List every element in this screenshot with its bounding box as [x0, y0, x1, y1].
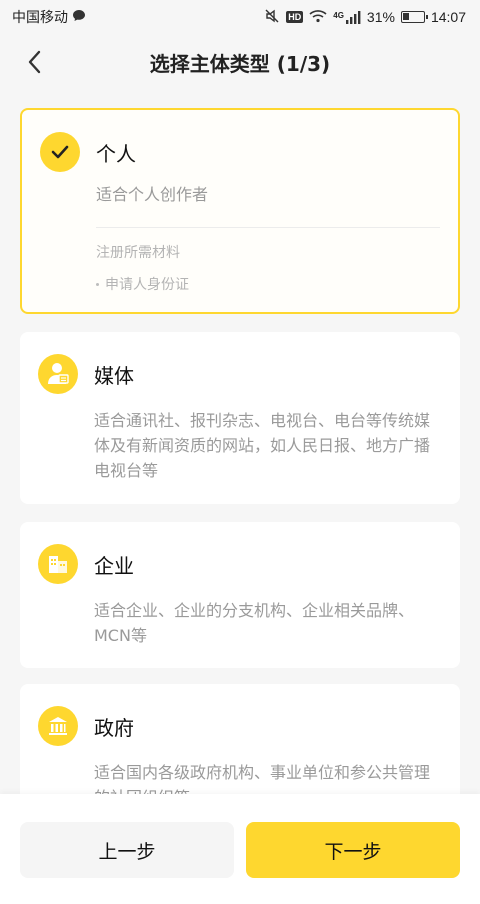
- card-title: 媒体: [94, 363, 134, 388]
- card-header: 政府: [38, 706, 442, 746]
- carrier-label: 中国移动: [12, 9, 68, 25]
- screen: 中国移动 HD 4G 31% 14:07 选择主体类型 (1/3) 个人 适合个…: [0, 0, 480, 904]
- status-right: HD 4G 31% 14:07: [264, 9, 466, 26]
- mute-icon: [264, 9, 280, 26]
- card-header: 个人: [40, 132, 440, 172]
- option-card-personal[interactable]: 个人 适合个人创作者 注册所需材料 申请人身份证: [20, 108, 460, 314]
- option-card-government[interactable]: 政府 适合国内各级政府机构、事业单位和参公共管理的社团组织等: [20, 684, 460, 794]
- requirements-title: 注册所需材料: [96, 245, 180, 261]
- check-icon: [40, 132, 80, 172]
- card-header: 企业: [38, 544, 442, 584]
- card-description: 适合国内各级政府机构、事业单位和参公共管理的社团组织等: [94, 763, 431, 794]
- cell-signal-icon: 4G: [333, 10, 361, 24]
- card-description: 适合个人创作者: [96, 185, 209, 204]
- divider: [96, 227, 440, 228]
- back-button[interactable]: [18, 46, 50, 78]
- page-title: 选择主体类型 (1/3): [149, 51, 331, 76]
- bottom-action-bar: 上一步 下一步: [0, 794, 480, 904]
- card-description: 适合企业、企业的分支机构、企业相关品牌、MCN等: [94, 601, 415, 645]
- option-card-media[interactable]: 媒体 适合通讯社、报刊杂志、电视台、电台等传统媒体及有新闻资质的网站，如人民日报…: [20, 332, 460, 504]
- requirement-text: 申请人身份证: [105, 277, 189, 293]
- battery-fill: [402, 13, 409, 20]
- card-title: 企业: [94, 553, 134, 578]
- option-card-enterprise[interactable]: 企业 适合企业、企业的分支机构、企业相关品牌、MCN等: [20, 522, 460, 668]
- wifi-icon: [309, 9, 327, 26]
- card-title: 政府: [94, 715, 134, 740]
- card-title: 个人: [96, 141, 136, 166]
- card-header: 媒体: [38, 354, 442, 394]
- status-bar: 中国移动 HD 4G 31% 14:07: [0, 0, 480, 34]
- battery-icon: [400, 11, 428, 23]
- previous-step-button[interactable]: 上一步: [20, 822, 234, 878]
- enterprise-icon: [38, 544, 78, 584]
- next-step-button[interactable]: 下一步: [246, 822, 460, 878]
- header: 选择主体类型 (1/3): [0, 34, 480, 90]
- network-type-label: 4G: [333, 10, 344, 20]
- card-description: 适合通讯社、报刊杂志、电视台、电台等传统媒体及有新闻资质的网站，如人民日报、地方…: [94, 411, 431, 480]
- government-icon: [38, 706, 78, 746]
- bullet-dot: [96, 282, 99, 286]
- hd-icon: HD: [286, 11, 304, 23]
- chevron-left-icon: [28, 50, 41, 74]
- media-icon: [38, 354, 78, 394]
- clock: 14:07: [430, 9, 466, 25]
- requirement-item: 申请人身份证: [40, 274, 440, 294]
- status-left: 中国移动: [12, 7, 86, 27]
- battery-percent: 31%: [366, 9, 395, 25]
- entity-type-list: 个人 适合个人创作者 注册所需材料 申请人身份证 媒体 适合通讯社、报刊杂志、电…: [20, 108, 460, 794]
- message-icon: [72, 9, 86, 25]
